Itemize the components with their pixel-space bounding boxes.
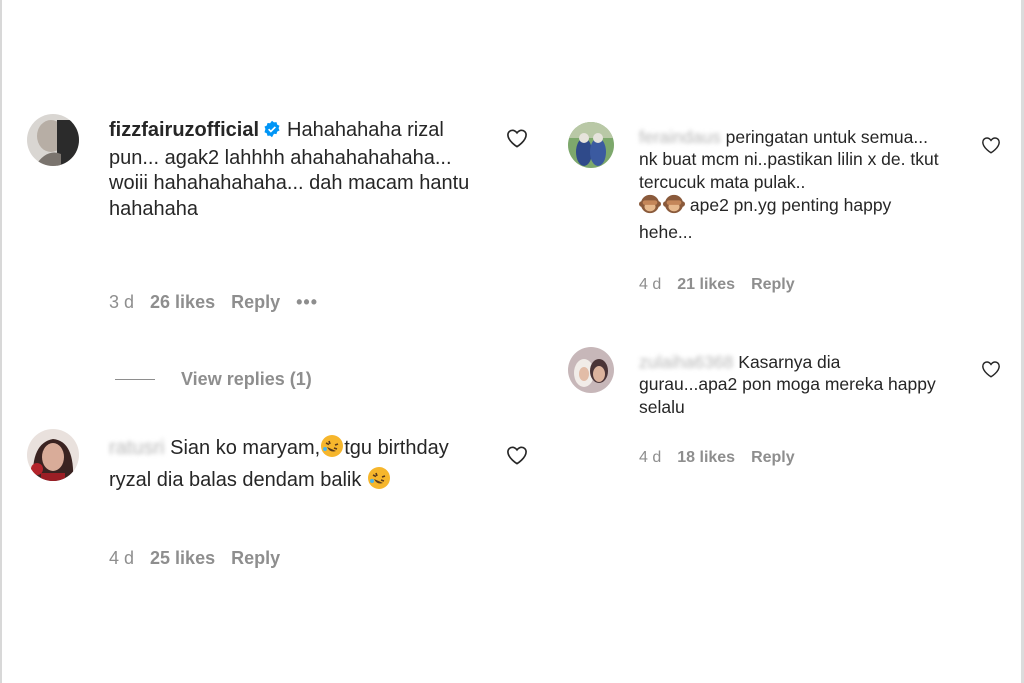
avatar[interactable] [568,122,614,168]
view-replies-button[interactable]: View replies (1) [181,369,312,390]
rolling-laughing-emoji-icon [367,466,391,498]
timestamp: 4 d [639,449,662,466]
likes-count[interactable]: 25 likes [150,548,215,568]
username-link[interactable]: ratusri [109,437,165,459]
likes-count[interactable]: 18 likes [677,449,735,466]
more-dots-icon[interactable]: ••• [296,292,318,312]
timestamp: 4 d [639,276,662,293]
comment-text: Sian ko maryam, [170,437,321,459]
view-replies-divider [115,379,155,380]
verified-badge-icon [263,120,281,146]
see-no-evil-monkey-emoji-icon [639,193,661,220]
username-link[interactable]: feraindaus [639,127,721,147]
avatar[interactable] [27,114,79,166]
comment-meta: 3 d 26 likes Reply ••• [109,292,334,313]
reply-button[interactable]: Reply [751,276,795,293]
reply-button[interactable]: Reply [751,449,795,466]
comment-meta: 4 d 25 likes Reply [109,548,296,569]
likes-count[interactable]: 26 likes [150,292,215,312]
reply-button[interactable]: Reply [231,292,280,312]
username-link[interactable]: zulaiha6368 [639,352,733,372]
avatar[interactable] [27,429,79,481]
likes-count[interactable]: 21 likes [677,276,735,293]
comment-body: zulaiha6368 Kasarnya dia gurau...apa2 po… [639,351,939,418]
comment-body: ratusri Sian ko maryam, tgu birthday ryza… [109,434,479,497]
timestamp: 4 d [109,548,135,568]
comment-body: feraindaus peringatan untuk semua... nk … [639,126,949,243]
username-link[interactable]: fizzfairuzofficial [109,119,259,141]
like-heart-icon[interactable] [981,360,1001,383]
comment-body: fizzfairuzofficial Hahahahaha rizal pun..… [109,118,489,222]
like-heart-icon[interactable] [506,128,528,153]
see-no-evil-monkey-emoji-icon [663,193,685,220]
comment-meta: 4 d 18 likes Reply [639,449,811,467]
reply-button[interactable]: Reply [231,548,280,568]
comment-meta: 4 d 21 likes Reply [639,276,811,294]
frame-edge-left [0,0,2,683]
timestamp: 3 d [109,292,135,312]
avatar[interactable] [568,347,614,393]
like-heart-icon[interactable] [506,445,528,470]
like-heart-icon[interactable] [981,136,1001,159]
rolling-laughing-emoji-icon [320,434,344,466]
